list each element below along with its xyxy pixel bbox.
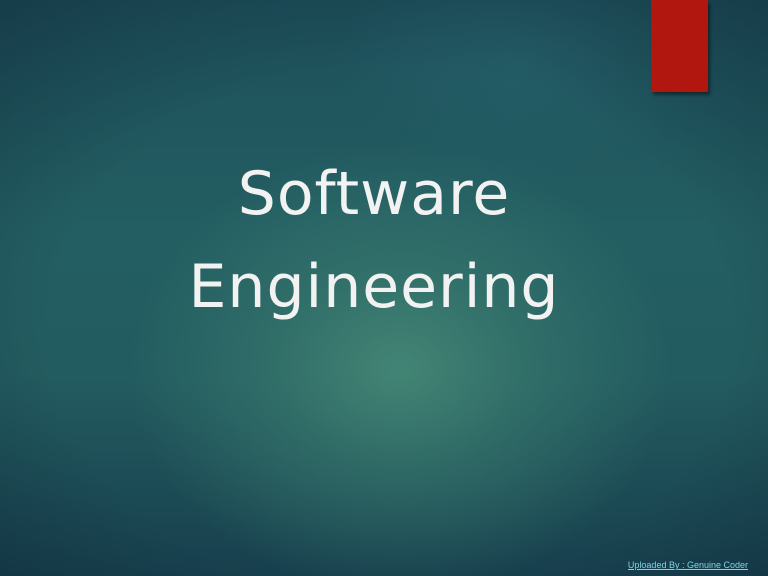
slide-title: Software Engineering bbox=[74, 148, 674, 334]
title-line-2: Engineering bbox=[188, 252, 560, 322]
slide: Software Engineering Uploaded By : Genui… bbox=[0, 0, 768, 576]
title-line-1: Software bbox=[237, 159, 511, 229]
red-accent-bar bbox=[651, 0, 708, 92]
uploaded-by-link[interactable]: Uploaded By : Genuine Coder bbox=[628, 560, 748, 570]
